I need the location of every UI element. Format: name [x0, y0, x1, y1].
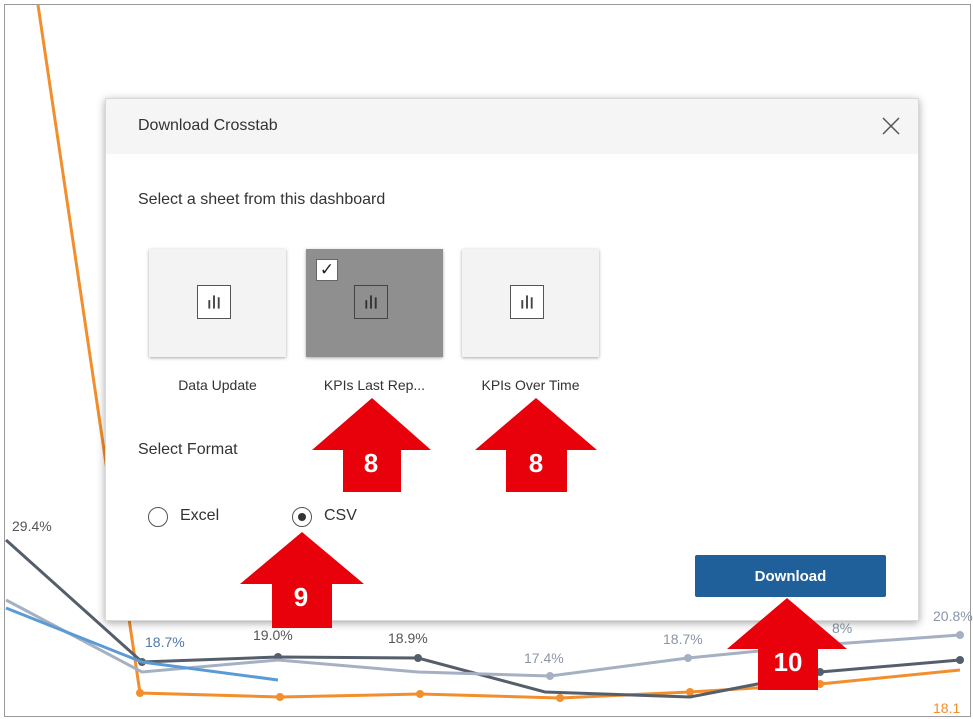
data-point: [276, 693, 284, 701]
data-point: [684, 654, 692, 662]
sheet-label: KPIs Last Rep...: [323, 377, 426, 393]
sheet-label: Data Update: [178, 377, 257, 393]
sheet-label: KPIs Over Time: [481, 377, 580, 393]
data-point: [556, 694, 564, 702]
annotation-number: 8: [363, 448, 379, 478]
download-crosstab-dialog: Download Crosstab Select a sheet from th…: [105, 98, 919, 621]
data-point: [136, 689, 144, 697]
chart-label: 20.8%: [933, 608, 973, 624]
chart-label: 8%: [832, 620, 853, 636]
data-point: [414, 654, 422, 662]
data-point: [686, 688, 694, 696]
data-point: [956, 631, 964, 639]
close-icon[interactable]: [878, 113, 904, 139]
bar-chart-icon: [510, 285, 544, 319]
dialog-title: Download Crosstab: [138, 117, 278, 134]
data-point: [956, 656, 964, 664]
download-button[interactable]: Download: [695, 555, 886, 597]
data-point: [816, 680, 824, 688]
annotation-number: 10: [773, 647, 803, 677]
radio-selected-icon: [292, 507, 312, 527]
radio-circle-icon: [148, 507, 168, 527]
radio-label: Excel: [180, 507, 220, 524]
bar-chart-icon: [354, 285, 388, 319]
chart-label: 18.9%: [388, 630, 428, 646]
data-point: [416, 690, 424, 698]
chart-label: 17.4%: [524, 650, 564, 666]
bar-chart-icon: [197, 285, 231, 319]
checkmark-icon: ✓: [316, 259, 338, 281]
chart-label: 19.0%: [253, 627, 293, 643]
sheet-tile-data-update[interactable]: [149, 249, 286, 357]
sheet-tile-kpis-last-report[interactable]: ✓: [306, 249, 443, 357]
annotation-number: 8: [528, 448, 544, 478]
format-label: Select Format: [138, 441, 238, 458]
sheet-prompt: Select a sheet from this dashboard: [138, 191, 386, 208]
chart-label: 18.1: [933, 700, 961, 716]
chart-label: 29.4%: [12, 518, 52, 534]
annotation-number: 9: [293, 582, 309, 612]
radio-label: CSV: [324, 507, 357, 524]
chart-label: 18.7%: [145, 634, 185, 650]
data-point: [546, 672, 554, 680]
dialog-header: Download Crosstab: [106, 99, 918, 154]
chart-label: 18.7%: [663, 631, 703, 647]
sheet-tile-kpis-over-time[interactable]: [462, 249, 599, 357]
